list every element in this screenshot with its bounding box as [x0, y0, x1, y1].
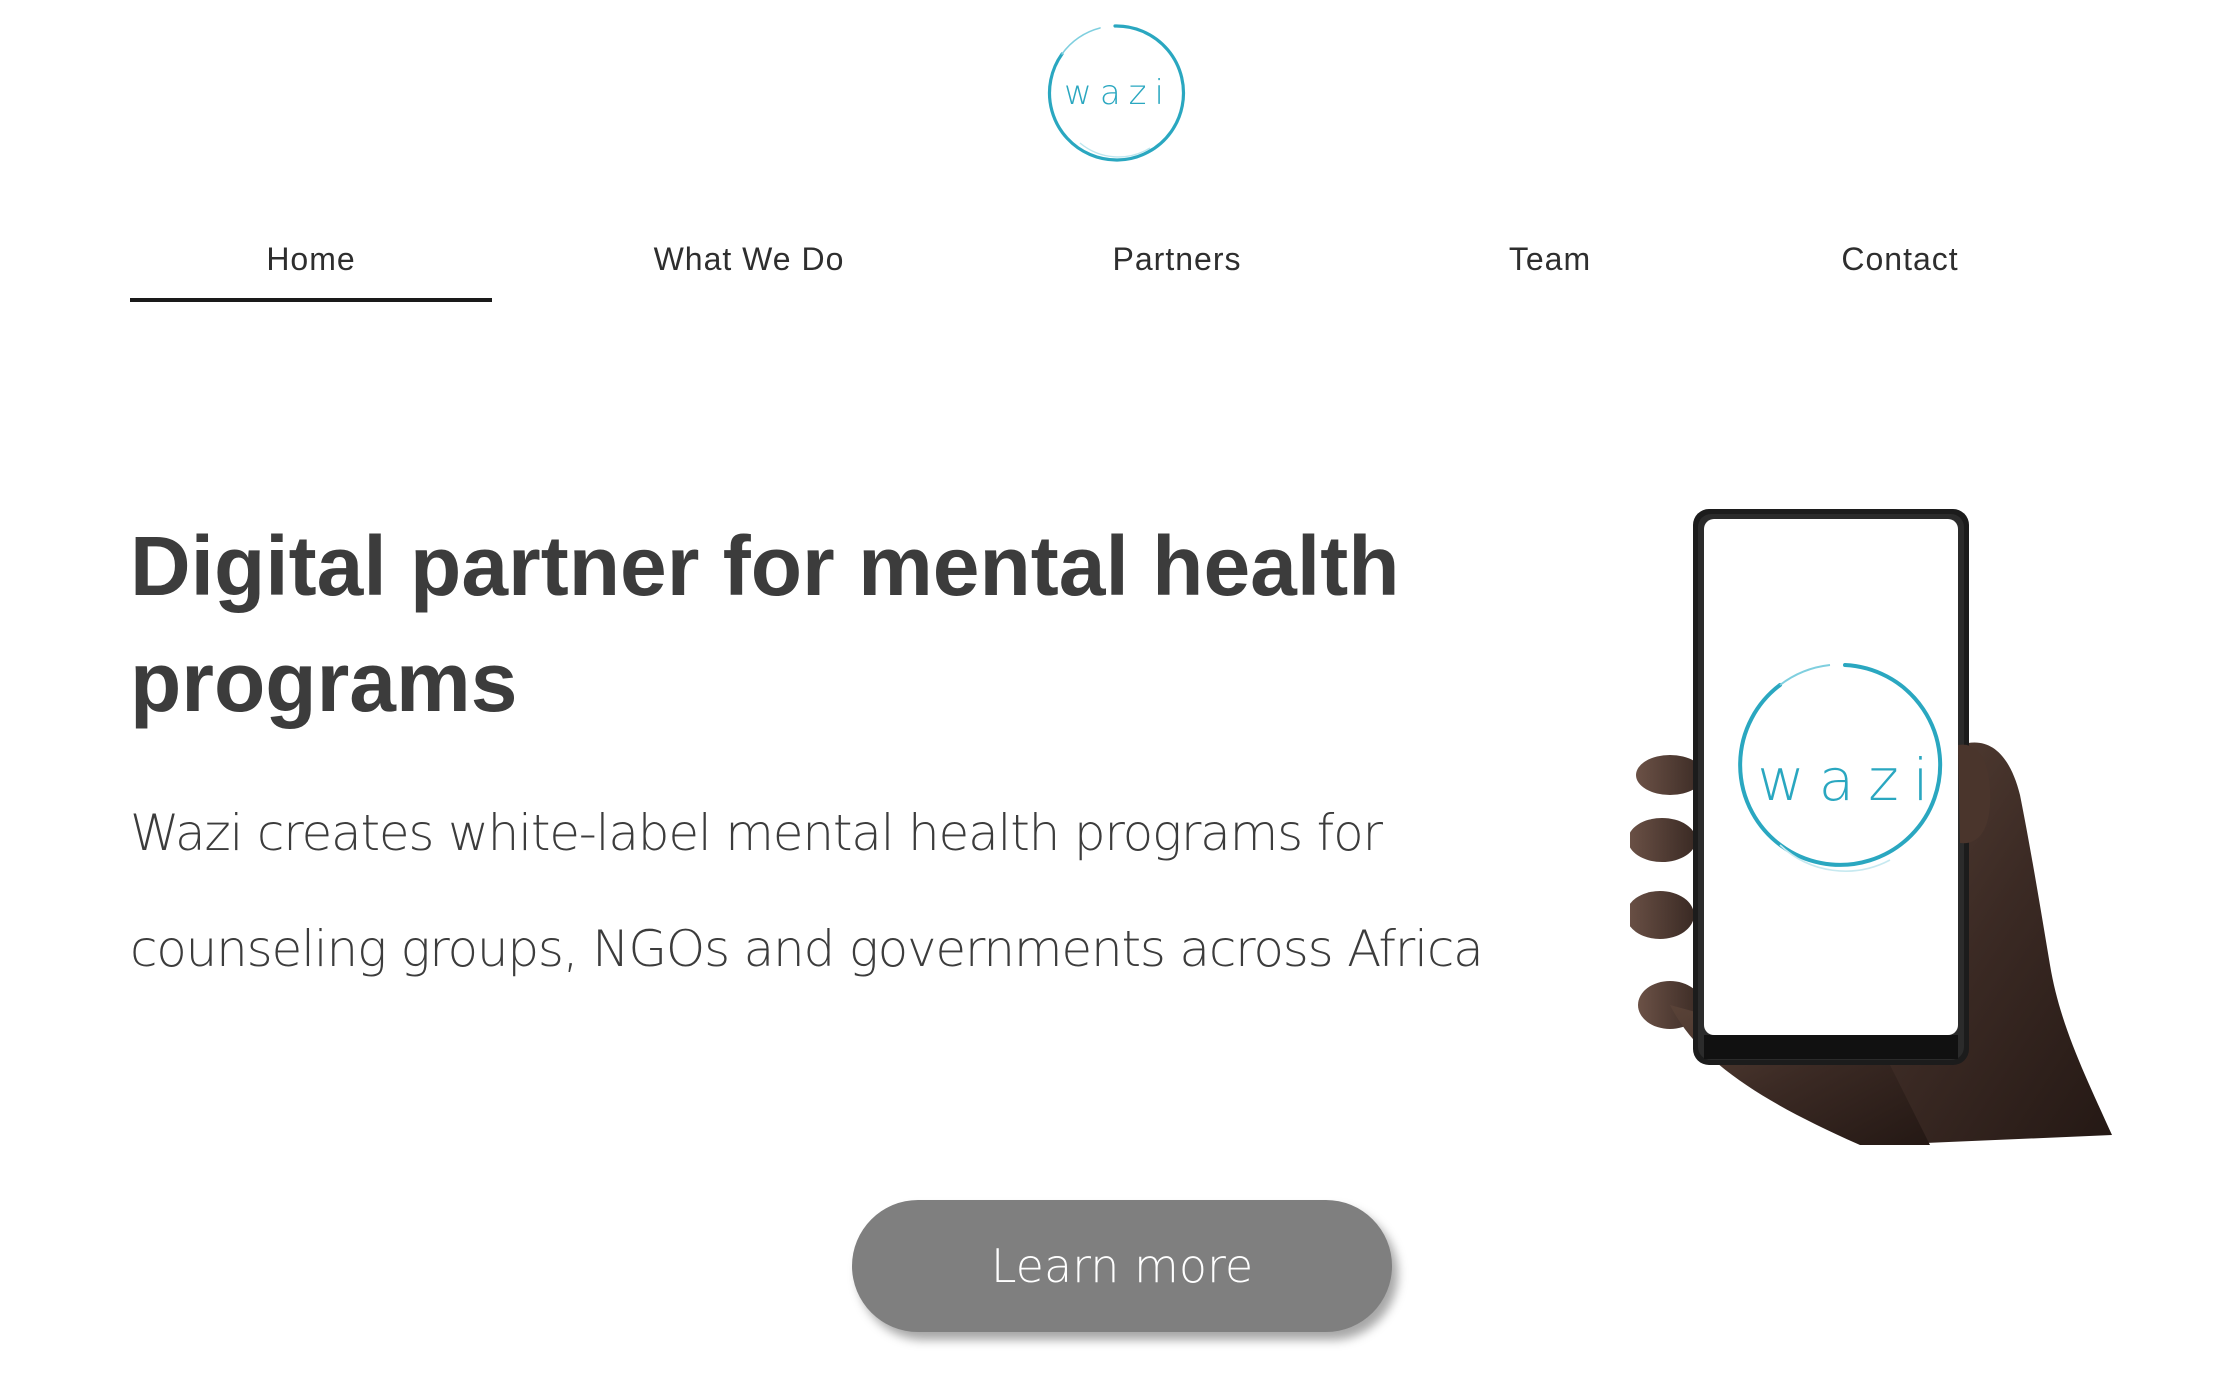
main-nav: Home What We Do Partners Team Contact	[130, 228, 2060, 302]
nav-item-what-we-do[interactable]: What We Do	[572, 228, 926, 302]
learn-more-button[interactable]: Learn more	[852, 1200, 1392, 1332]
hero-subtitle: Wazi creates white-label mental health p…	[130, 804, 1484, 978]
phone-illustration: wazi	[1630, 505, 2120, 1145]
nav-item-home[interactable]: Home	[130, 228, 492, 302]
phone-screen-logo: wazi	[1757, 746, 1943, 814]
nav-item-partners[interactable]: Partners	[1032, 228, 1322, 302]
brand-logo[interactable]: wazi	[1040, 18, 1190, 168]
logo-wordmark: wazi	[1064, 73, 1172, 113]
nav-item-contact[interactable]: Contact	[1770, 228, 2030, 302]
hero-title: Digital partner for mental health progra…	[130, 519, 1400, 729]
nav-item-team[interactable]: Team	[1430, 228, 1670, 302]
